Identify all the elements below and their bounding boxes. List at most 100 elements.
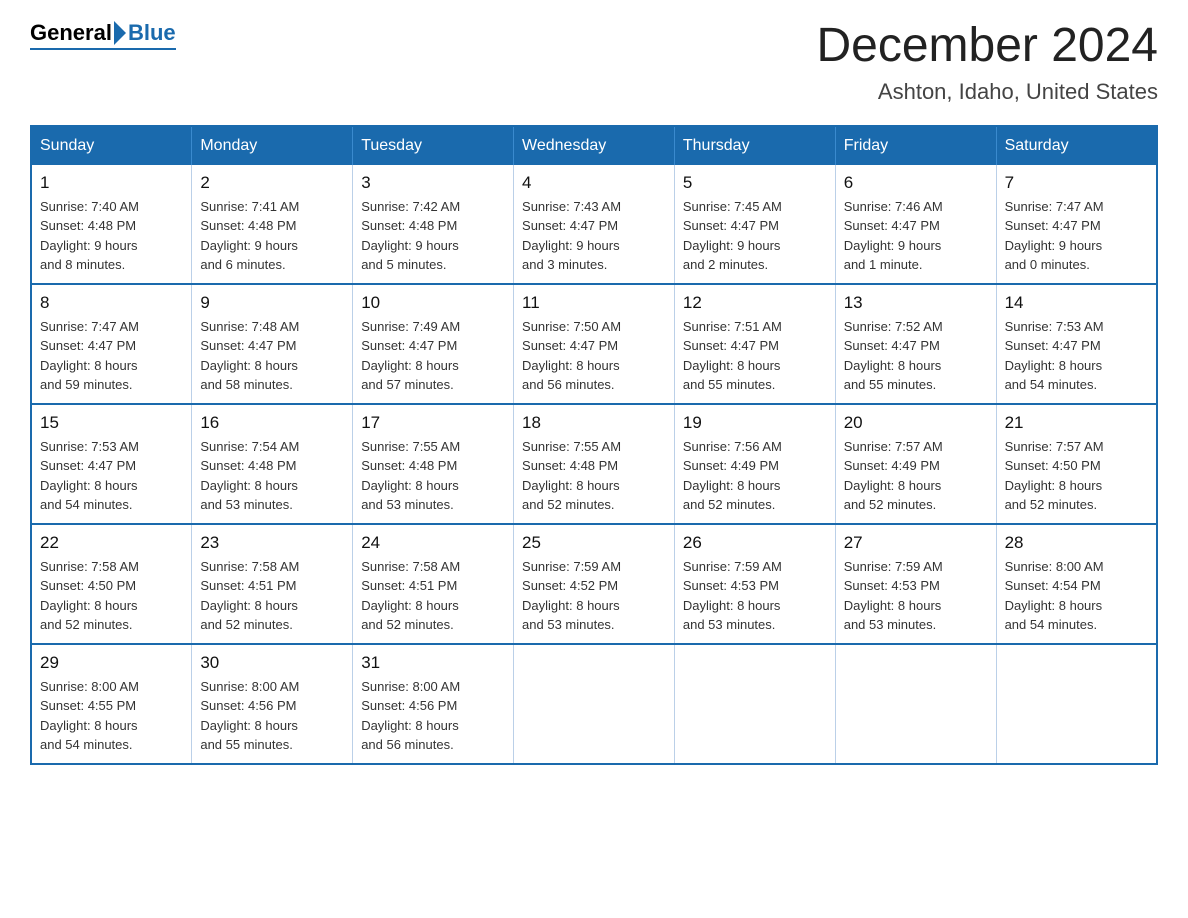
calendar-cell: 9Sunrise: 7:48 AMSunset: 4:47 PMDaylight… [192, 284, 353, 404]
day-info: Sunrise: 7:46 AMSunset: 4:47 PMDaylight:… [844, 197, 988, 275]
header-tuesday: Tuesday [353, 126, 514, 165]
day-number: 16 [200, 413, 344, 433]
calendar-cell: 2 Sunrise: 7:41 AMSunset: 4:48 PMDaylight… [192, 165, 353, 284]
logo-general-text: General [30, 20, 112, 46]
day-info: Sunrise: 7:53 AMSunset: 4:47 PMDaylight:… [1005, 317, 1148, 395]
day-number: 28 [1005, 533, 1148, 553]
week-row-5: 29 Sunrise: 8:00 AMSunset: 4:55 PMDayligh… [31, 644, 1157, 764]
day-info: Sunrise: 7:53 AMSunset: 4:47 PMDaylight:… [40, 437, 183, 515]
calendar-cell: 19 Sunrise: 7:56 AMSunset: 4:49 PMDayligh… [674, 404, 835, 524]
calendar-cell: 7 Sunrise: 7:47 AMSunset: 4:47 PMDaylight… [996, 165, 1157, 284]
day-info: Sunrise: 7:55 AMSunset: 4:48 PMDaylight:… [522, 437, 666, 515]
day-info: Sunrise: 7:56 AMSunset: 4:49 PMDaylight:… [683, 437, 827, 515]
day-number: 27 [844, 533, 988, 553]
day-number: 18 [522, 413, 666, 433]
day-number: 23 [200, 533, 344, 553]
day-info: Sunrise: 7:57 AMSunset: 4:49 PMDaylight:… [844, 437, 988, 515]
calendar-cell: 28 Sunrise: 8:00 AMSunset: 4:54 PMDayligh… [996, 524, 1157, 644]
calendar-cell: 4 Sunrise: 7:43 AMSunset: 4:47 PMDaylight… [514, 165, 675, 284]
day-number: 6 [844, 173, 988, 193]
header-wednesday: Wednesday [514, 126, 675, 165]
calendar-cell: 8 Sunrise: 7:47 AMSunset: 4:47 PMDaylight… [31, 284, 192, 404]
day-info: Sunrise: 7:49 AMSunset: 4:47 PMDaylight:… [361, 317, 505, 395]
day-number: 21 [1005, 413, 1148, 433]
day-number: 1 [40, 173, 183, 193]
day-number: 13 [844, 293, 988, 313]
calendar-cell: 29 Sunrise: 8:00 AMSunset: 4:55 PMDayligh… [31, 644, 192, 764]
day-info: Sunrise: 8:00 AMSunset: 4:54 PMDaylight:… [1005, 557, 1148, 635]
calendar-cell: 23 Sunrise: 7:58 AMSunset: 4:51 PMDayligh… [192, 524, 353, 644]
calendar-cell [514, 644, 675, 764]
day-info: Sunrise: 7:58 AMSunset: 4:51 PMDaylight:… [200, 557, 344, 635]
calendar-cell: 16 Sunrise: 7:54 AMSunset: 4:48 PMDayligh… [192, 404, 353, 524]
calendar-cell: 25Sunrise: 7:59 AMSunset: 4:52 PMDayligh… [514, 524, 675, 644]
day-number: 22 [40, 533, 183, 553]
location-title: Ashton, Idaho, United States [816, 79, 1158, 105]
calendar-cell: 22Sunrise: 7:58 AMSunset: 4:50 PMDayligh… [31, 524, 192, 644]
header-saturday: Saturday [996, 126, 1157, 165]
day-number: 15 [40, 413, 183, 433]
day-info: Sunrise: 7:59 AMSunset: 4:53 PMDaylight:… [683, 557, 827, 635]
calendar-cell: 30Sunrise: 8:00 AMSunset: 4:56 PMDayligh… [192, 644, 353, 764]
header-row: SundayMondayTuesdayWednesdayThursdayFrid… [31, 126, 1157, 165]
calendar-cell: 15 Sunrise: 7:53 AMSunset: 4:47 PMDayligh… [31, 404, 192, 524]
calendar-cell: 13 Sunrise: 7:52 AMSunset: 4:47 PMDayligh… [835, 284, 996, 404]
day-info: Sunrise: 7:57 AMSunset: 4:50 PMDaylight:… [1005, 437, 1148, 515]
day-info: Sunrise: 7:58 AMSunset: 4:51 PMDaylight:… [361, 557, 505, 635]
day-number: 30 [200, 653, 344, 673]
logo-arrow-icon [114, 21, 126, 45]
day-number: 3 [361, 173, 505, 193]
day-number: 2 [200, 173, 344, 193]
day-number: 31 [361, 653, 505, 673]
day-info: Sunrise: 7:43 AMSunset: 4:47 PMDaylight:… [522, 197, 666, 275]
logo-text: General Blue [30, 20, 176, 46]
day-info: Sunrise: 7:55 AMSunset: 4:48 PMDaylight:… [361, 437, 505, 515]
calendar-cell: 27Sunrise: 7:59 AMSunset: 4:53 PMDayligh… [835, 524, 996, 644]
logo-underline [30, 48, 176, 50]
day-info: Sunrise: 7:45 AMSunset: 4:47 PMDaylight:… [683, 197, 827, 275]
day-number: 10 [361, 293, 505, 313]
week-row-4: 22Sunrise: 7:58 AMSunset: 4:50 PMDayligh… [31, 524, 1157, 644]
calendar-header: SundayMondayTuesdayWednesdayThursdayFrid… [31, 126, 1157, 165]
calendar-cell: 26Sunrise: 7:59 AMSunset: 4:53 PMDayligh… [674, 524, 835, 644]
day-number: 4 [522, 173, 666, 193]
day-number: 20 [844, 413, 988, 433]
day-number: 5 [683, 173, 827, 193]
day-info: Sunrise: 8:00 AMSunset: 4:55 PMDaylight:… [40, 677, 183, 755]
calendar-cell: 17 Sunrise: 7:55 AMSunset: 4:48 PMDayligh… [353, 404, 514, 524]
month-title: December 2024 [816, 20, 1158, 73]
day-info: Sunrise: 7:47 AMSunset: 4:47 PMDaylight:… [1005, 197, 1148, 275]
day-number: 19 [683, 413, 827, 433]
calendar-cell: 31 Sunrise: 8:00 AMSunset: 4:56 PMDayligh… [353, 644, 514, 764]
day-info: Sunrise: 7:41 AMSunset: 4:48 PMDaylight:… [200, 197, 344, 275]
week-row-2: 8 Sunrise: 7:47 AMSunset: 4:47 PMDaylight… [31, 284, 1157, 404]
day-number: 7 [1005, 173, 1148, 193]
header-thursday: Thursday [674, 126, 835, 165]
day-info: Sunrise: 7:54 AMSunset: 4:48 PMDaylight:… [200, 437, 344, 515]
logo: General Blue [30, 20, 176, 50]
calendar-cell: 24 Sunrise: 7:58 AMSunset: 4:51 PMDayligh… [353, 524, 514, 644]
day-number: 11 [522, 293, 666, 313]
calendar-cell: 20 Sunrise: 7:57 AMSunset: 4:49 PMDayligh… [835, 404, 996, 524]
day-info: Sunrise: 7:52 AMSunset: 4:47 PMDaylight:… [844, 317, 988, 395]
page-header: General Blue December 2024 Ashton, Idaho… [30, 20, 1158, 105]
day-info: Sunrise: 7:47 AMSunset: 4:47 PMDaylight:… [40, 317, 183, 395]
day-number: 29 [40, 653, 183, 673]
title-area: December 2024 Ashton, Idaho, United Stat… [816, 20, 1158, 105]
day-number: 9 [200, 293, 344, 313]
calendar-cell [996, 644, 1157, 764]
day-info: Sunrise: 8:00 AMSunset: 4:56 PMDaylight:… [361, 677, 505, 755]
calendar-body: 1Sunrise: 7:40 AMSunset: 4:48 PMDaylight… [31, 165, 1157, 764]
day-info: Sunrise: 7:59 AMSunset: 4:52 PMDaylight:… [522, 557, 666, 635]
calendar-cell: 3 Sunrise: 7:42 AMSunset: 4:48 PMDaylight… [353, 165, 514, 284]
header-monday: Monday [192, 126, 353, 165]
week-row-3: 15 Sunrise: 7:53 AMSunset: 4:47 PMDayligh… [31, 404, 1157, 524]
day-number: 24 [361, 533, 505, 553]
day-number: 17 [361, 413, 505, 433]
logo-blue-text: Blue [128, 20, 176, 46]
day-info: Sunrise: 7:42 AMSunset: 4:48 PMDaylight:… [361, 197, 505, 275]
calendar-cell: 11Sunrise: 7:50 AMSunset: 4:47 PMDayligh… [514, 284, 675, 404]
day-number: 8 [40, 293, 183, 313]
calendar-cell [835, 644, 996, 764]
calendar-cell: 21 Sunrise: 7:57 AMSunset: 4:50 PMDayligh… [996, 404, 1157, 524]
